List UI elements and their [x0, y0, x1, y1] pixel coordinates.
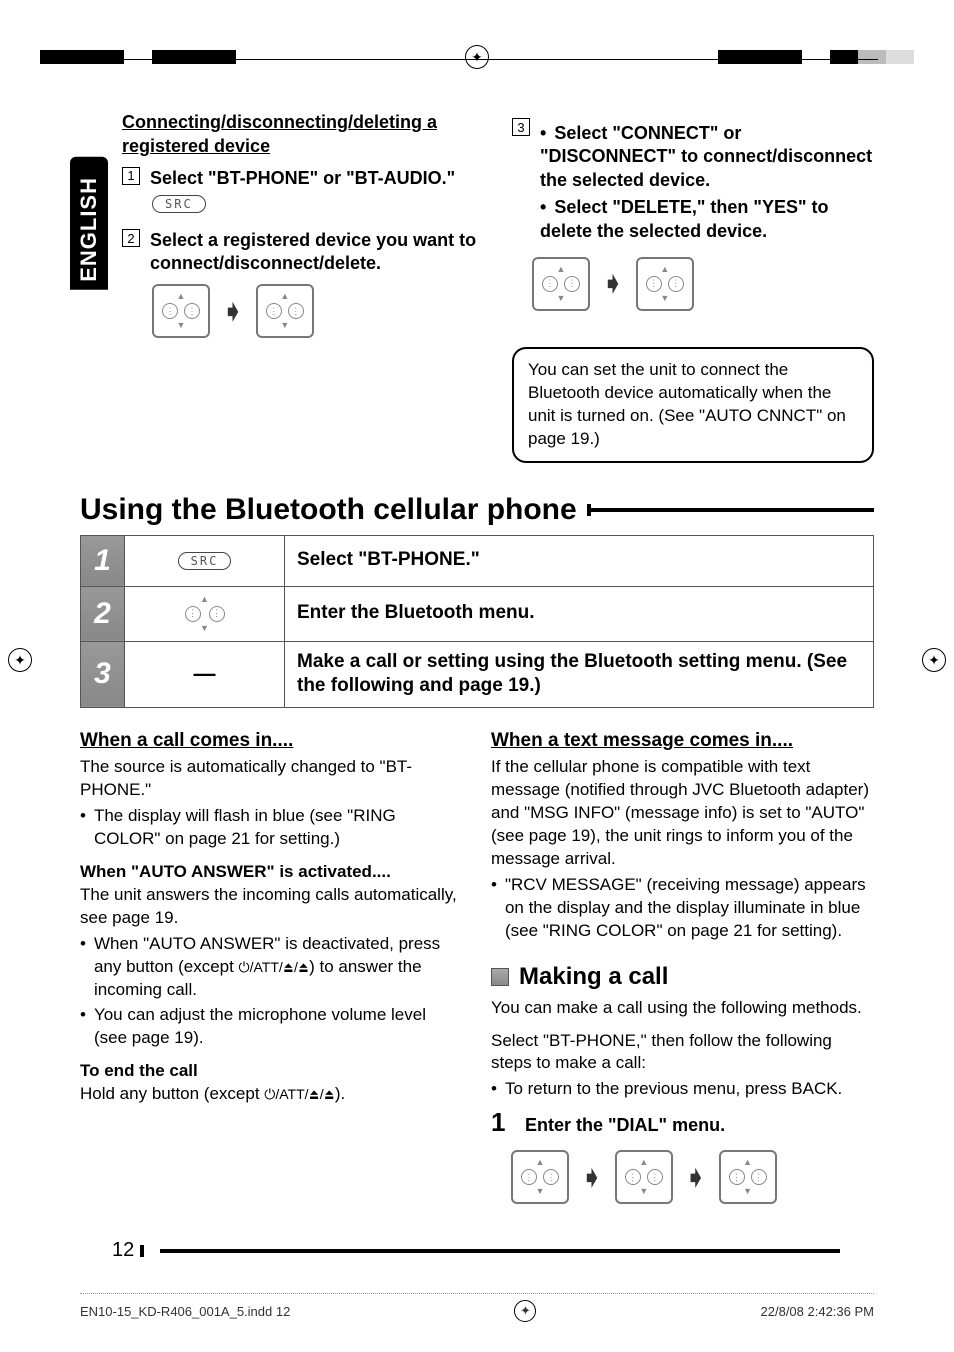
bullet-text: When "AUTO ANSWER" is deactivated, press… — [94, 933, 463, 1002]
button-icons: ⏻/ATT/⏏/⏏ — [264, 1086, 335, 1102]
sub-heading-text-msg: When a text message comes in.... — [491, 730, 874, 752]
step-1-text: Enter the "DIAL" menu. — [525, 1115, 725, 1136]
bullet-text: "RCV MESSAGE" (receiving message) appear… — [505, 874, 874, 943]
table-step-desc: Make a call or setting using the Bluetoo… — [285, 641, 874, 707]
bullet-text: The display will flash in blue (see "RIN… — [94, 805, 463, 851]
step-1-number: 1 — [491, 1107, 517, 1138]
arrow-right-icon: ➧ — [602, 268, 624, 299]
nav-sequence-graphic-2: ▲⋮⋮▼ ➧ ▲⋮⋮▼ — [532, 257, 874, 311]
step-number-box: 3 — [512, 118, 530, 136]
sub-heading-auto-answer: When "AUTO ANSWER" is activated.... — [80, 861, 463, 884]
square-icon — [491, 968, 509, 986]
table-step-desc: Enter the Bluetooth menu. — [285, 586, 874, 641]
block-heading-making-call: Making a call — [491, 963, 874, 991]
arrow-right-icon: ➧ — [581, 1162, 603, 1193]
step-2-text: Select a registered device you want to c… — [150, 229, 484, 274]
nav-sequence-graphic: ▲⋮⋮▼ ➧ ▲⋮⋮▼ — [152, 284, 484, 338]
table-step-num: 3 — [81, 641, 125, 707]
language-tab: ENGLISH — [70, 157, 108, 290]
bullet-delete: Select "DELETE," then "YES" to delete th… — [540, 196, 874, 243]
heading-text: Using the Bluetooth cellular phone — [80, 493, 577, 527]
heading-rule — [589, 508, 874, 512]
step-1-text: Select "BT-PHONE" or "BT-AUDIO." — [150, 167, 484, 190]
page-number: 12 — [112, 1239, 840, 1262]
crop-marks-top: ✦ — [0, 45, 954, 65]
nav-pad-icon: ▲ ⋮⋮ ▼ — [137, 595, 272, 633]
bullet-text: To return to the previous menu, press BA… — [505, 1078, 842, 1101]
table-step-num: 1 — [81, 535, 125, 586]
text: Select "BT-PHONE," then follow the follo… — [491, 1030, 874, 1076]
registration-mark-icon: ✦ — [514, 1300, 536, 1322]
steps-table: 1 SRC Select "BT-PHONE." 2 ▲ ⋮⋮ ▼ Enter … — [80, 535, 874, 708]
step-number-box: 1 — [122, 167, 140, 185]
text: If the cellular phone is compatible with… — [491, 756, 874, 871]
table-step-num: 2 — [81, 586, 125, 641]
table-step-desc: Select "BT-PHONE." — [285, 535, 874, 586]
text: The source is automatically changed to "… — [80, 756, 463, 802]
src-button-graphic: SRC — [178, 552, 232, 570]
page-heading: Using the Bluetooth cellular phone — [80, 493, 874, 527]
section-heading-connecting: Connecting/disconnecting/deleting a regi… — [122, 110, 484, 159]
footer: EN10-15_KD-R406_001A_5.indd 12 ✦ 22/8/08… — [80, 1293, 874, 1322]
step-number-box: 2 — [122, 229, 140, 247]
bullet-connect: Select "CONNECT" or "DISCONNECT" to conn… — [540, 122, 874, 192]
tip-box: You can set the unit to connect the Blue… — [512, 347, 874, 463]
registration-mark-icon: ✦ — [465, 45, 489, 69]
registration-mark-left-icon: ✦ — [8, 648, 32, 672]
sub-heading-call-in: When a call comes in.... — [80, 730, 463, 752]
text: The unit answers the incoming calls auto… — [80, 884, 463, 930]
src-button-graphic: SRC — [152, 195, 206, 213]
table-step-dash: — — [125, 641, 285, 707]
text: You can make a call using the following … — [491, 997, 874, 1020]
button-icons: ⏻/ATT/⏏/⏏ — [239, 959, 310, 975]
footer-file: EN10-15_KD-R406_001A_5.indd 12 — [80, 1304, 290, 1319]
arrow-right-icon: ➧ — [685, 1162, 707, 1193]
nav-sequence-graphic-3: ▲⋮⋮▼ ➧ ▲⋮⋮▼ ➧ ▲⋮⋮▼ — [511, 1150, 874, 1204]
arrow-right-icon: ➧ — [222, 296, 244, 327]
text: Hold any button (except ⏻/ATT/⏏/⏏). — [80, 1083, 463, 1106]
footer-date: 22/8/08 2:42:36 PM — [761, 1304, 874, 1319]
sub-heading-end-call: To end the call — [80, 1060, 463, 1083]
bullet-text: You can adjust the microphone volume lev… — [94, 1004, 463, 1050]
registration-mark-right-icon: ✦ — [922, 648, 946, 672]
